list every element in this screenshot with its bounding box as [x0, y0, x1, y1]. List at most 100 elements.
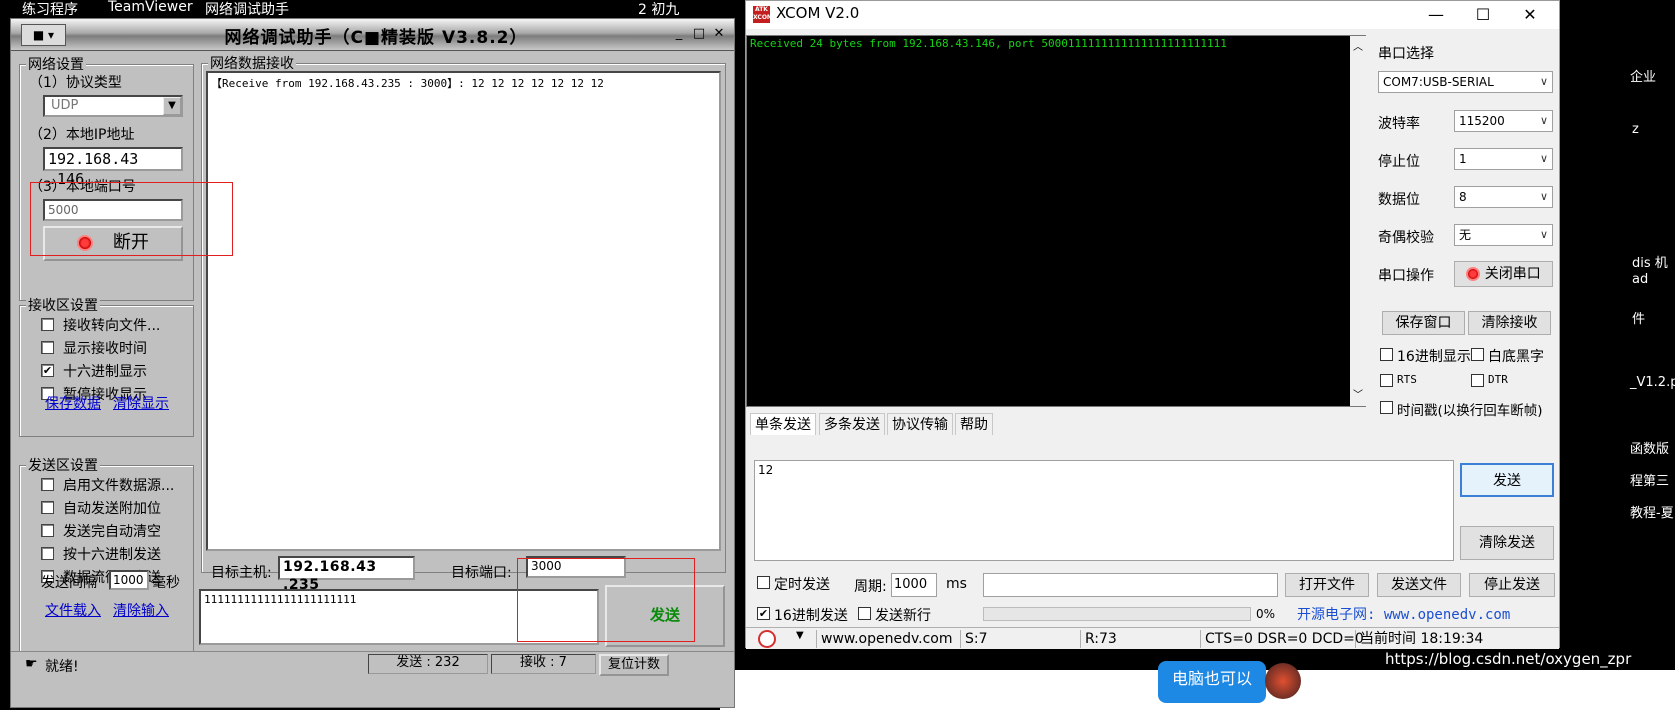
option-label: 按十六进制发送 — [63, 547, 161, 563]
minimize-icon[interactable]: _ — [671, 27, 687, 43]
minimize-icon[interactable]: — — [1416, 3, 1456, 27]
sent-count: 发送 : 232 — [368, 654, 488, 674]
white-bg-label: 白底黑字 — [1488, 349, 1544, 365]
recv-scrollbar[interactable]: ︿ ﹀ — [1350, 36, 1366, 406]
reset-count-button[interactable]: 复位计数 — [599, 654, 669, 676]
title-bar[interactable]: ATK XCOM XCOM V2.0 — ☐ ✕ — [746, 1, 1559, 29]
option-checkbox[interactable] — [41, 478, 54, 491]
progress-bar — [983, 607, 1251, 621]
status-lines: CTS=0 DSR=0 DCD=0 — [1201, 630, 1364, 648]
protocol-value: UDP — [51, 98, 79, 113]
timed-send-checkbox[interactable] — [757, 576, 770, 589]
option-checkbox[interactable] — [41, 547, 54, 560]
stop-bits-select[interactable]: 1 ∨ — [1454, 148, 1553, 170]
group-title: 网络数据接收 — [208, 53, 296, 73]
stop-send-button[interactable]: 停止发送 — [1469, 573, 1555, 597]
text-fragment: z — [1632, 122, 1639, 137]
option-label: 接收转向文件... — [63, 318, 161, 334]
clear-display-link[interactable]: 清除显示 — [113, 393, 169, 413]
file-path-field[interactable] — [983, 573, 1278, 597]
white-bg-checkbox[interactable] — [1471, 348, 1484, 361]
send-button[interactable]: 发送 — [1460, 463, 1554, 497]
recv-count: 接收 : 7 — [491, 654, 596, 674]
serial-port-select[interactable]: COM7:USB-SERIAL ∨ — [1378, 71, 1553, 93]
desktop-item[interactable]: 网络调试助手 — [205, 0, 289, 19]
option-checkbox[interactable]: ✔ — [41, 364, 54, 377]
timestamp-checkbox[interactable] — [1380, 401, 1393, 414]
text-fragment: ad — [1632, 272, 1649, 287]
rts-checkbox[interactable] — [1380, 374, 1393, 387]
recv-display[interactable]: Received 24 bytes from 192.168.43.146, p… — [746, 35, 1366, 407]
option-checkbox[interactable] — [41, 524, 54, 537]
tab-protocol[interactable]: 协议传输 — [887, 413, 953, 435]
chevron-up-icon[interactable]: ︿ — [1353, 38, 1363, 53]
data-bits-label: 数据位 — [1378, 192, 1420, 208]
send-text: 12 — [758, 463, 774, 477]
chevron-down-icon[interactable]: ﹀ — [1353, 386, 1363, 401]
status-received: R:73 — [1081, 630, 1201, 648]
interval-field[interactable]: 1000 — [109, 570, 149, 590]
recv-text-area[interactable]: 【Receive from 192.168.43.235 : 3000】: 12… — [206, 71, 721, 551]
option-checkbox[interactable] — [41, 501, 54, 514]
local-ip-field[interactable]: 192.168.43 .146 — [43, 147, 183, 188]
send-text-area[interactable]: 12 — [754, 460, 1454, 561]
status-light-icon — [1466, 267, 1481, 281]
option-checkbox[interactable] — [41, 341, 54, 354]
target-host-field[interactable]: 192.168.43 .235 — [278, 556, 415, 593]
promo-text[interactable]: 开源电子网: www.openedv.com — [1297, 604, 1510, 624]
period-label: 周期: — [854, 579, 887, 595]
recv-text: Received 24 bytes from 192.168.43.146, p… — [750, 37, 1227, 50]
clear-send-button[interactable]: 清除发送 — [1460, 526, 1554, 560]
dtr-checkbox[interactable] — [1471, 374, 1484, 387]
baud-label: 波特率 — [1378, 116, 1420, 132]
file-load-link[interactable]: 文件载入 — [45, 600, 101, 620]
window-title: 网络调试助手（C■精装版 V3.8.2） — [224, 28, 528, 48]
title-bar[interactable]: ■ ▾ 网络调试助手（C■精装版 V3.8.2） _ □ ✕ — [11, 19, 734, 51]
baud-select[interactable]: 115200 ∨ — [1454, 110, 1553, 132]
clear-input-link[interactable]: 清除输入 — [113, 600, 169, 620]
data-bits-select[interactable]: 8 ∨ — [1454, 186, 1553, 208]
target-host-label: 目标主机: — [211, 565, 272, 581]
maximize-icon[interactable]: □ — [691, 27, 707, 43]
close-icon[interactable]: ✕ — [711, 27, 727, 43]
status-time: 当前时间 18:19:34 — [1360, 631, 1484, 647]
option-label: 启用文件数据源... — [63, 478, 175, 494]
save-data-link[interactable]: 保存数据 — [45, 393, 101, 413]
parity-select[interactable]: 无 ∨ — [1454, 224, 1553, 246]
send-file-button[interactable]: 发送文件 — [1377, 573, 1461, 597]
stop-bits-value: 1 — [1459, 152, 1467, 166]
option-checkbox[interactable] — [41, 318, 54, 331]
target-port-label: 目标端口: — [451, 565, 512, 581]
interval-unit: 毫秒 — [152, 575, 180, 591]
text-fragment: 函数版 — [1630, 442, 1670, 457]
period-field[interactable]: 1000 — [891, 573, 937, 597]
desktop-item[interactable]: 练习程序 — [22, 0, 78, 19]
newline-send-checkbox[interactable] — [858, 607, 871, 620]
option-label: 十六进制显示 — [63, 364, 147, 380]
xcom-logo-icon: ATK XCOM — [753, 6, 773, 23]
open-file-button[interactable]: 打开文件 — [1285, 573, 1369, 597]
tab-help[interactable]: 帮助 — [955, 413, 993, 435]
chevron-down-icon[interactable]: ▼ — [163, 97, 181, 115]
tab-single-send[interactable]: 单条发送 — [750, 413, 816, 435]
openedv-logo-icon — [758, 630, 776, 648]
status-bar: ▼ www.openedv.com S:7 R:73 CTS=0 DSR=0 D… — [746, 627, 1559, 649]
close-icon[interactable]: ✕ — [1510, 3, 1550, 27]
tab-multi-send[interactable]: 多条发送 — [819, 413, 885, 435]
system-menu-icon[interactable]: ■ ▾ — [21, 24, 66, 46]
status-site[interactable]: www.openedv.com — [816, 630, 961, 648]
chevron-down-icon[interactable]: ▼ — [796, 630, 804, 641]
protocol-select[interactable]: UDP ▼ — [43, 95, 183, 117]
close-port-label: 关闭串口 — [1484, 266, 1541, 282]
chevron-down-icon: ∨ — [1539, 152, 1548, 165]
hex-display-checkbox[interactable] — [1380, 348, 1393, 361]
maximize-icon[interactable]: ☐ — [1463, 3, 1503, 27]
dtr-label: DTR — [1488, 373, 1508, 386]
clear-recv-button[interactable]: 清除接收 — [1468, 311, 1551, 335]
status-sent: S:7 — [961, 630, 1081, 648]
save-window-button[interactable]: 保存窗口 — [1382, 311, 1465, 335]
hex-send-checkbox[interactable]: ✔ — [757, 607, 770, 620]
desktop-item[interactable]: TeamViewer — [108, 0, 193, 15]
close-port-button[interactable]: 关闭串口 — [1454, 261, 1553, 287]
timed-send-label: 定时发送 — [774, 577, 830, 593]
